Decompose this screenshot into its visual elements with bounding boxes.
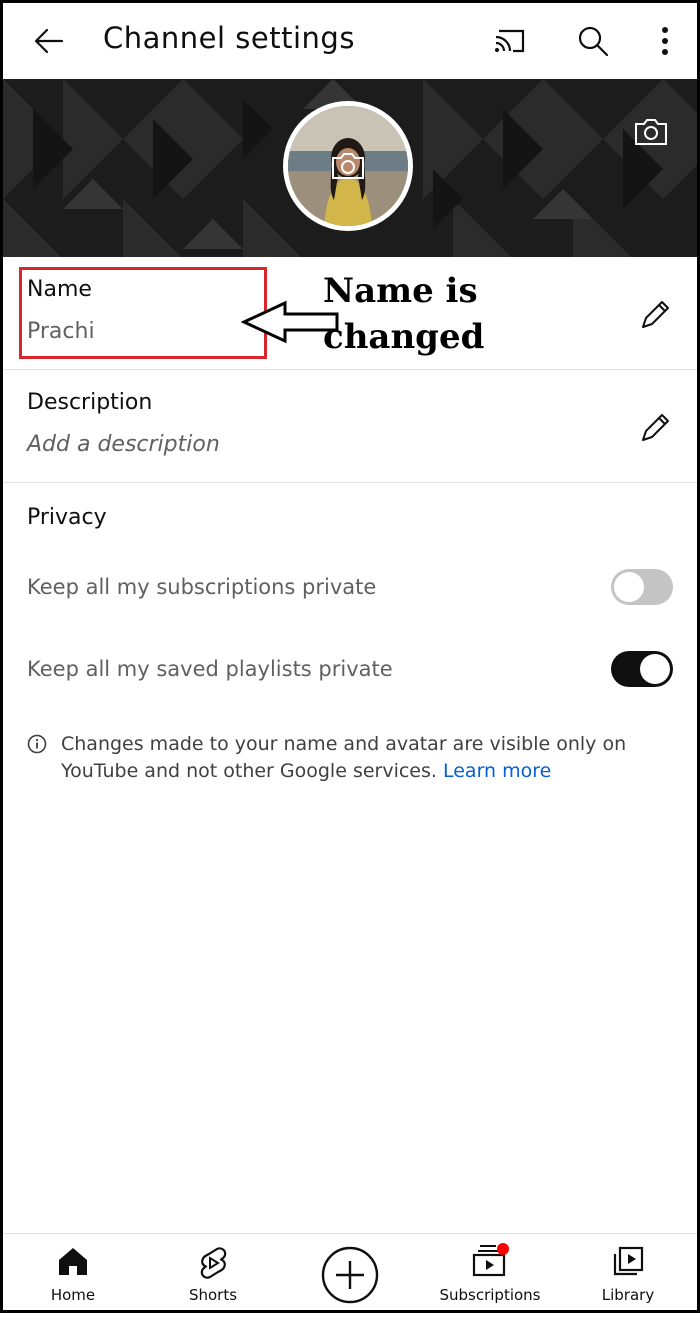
- privacy-heading: Privacy: [27, 505, 107, 530]
- nav-shorts-label: Shorts: [188, 1286, 238, 1304]
- nav-shorts[interactable]: Shorts: [153, 1234, 273, 1310]
- edit-description-pencil-icon[interactable]: [635, 408, 675, 448]
- channel-banner[interactable]: [3, 79, 697, 257]
- library-icon: [613, 1246, 644, 1276]
- subscriptions-icon: [472, 1243, 509, 1277]
- more-vert-icon[interactable]: [643, 19, 687, 63]
- annotation-highlight-box: [19, 267, 267, 359]
- nav-library[interactable]: Library: [568, 1234, 688, 1310]
- edit-name-pencil-icon[interactable]: [635, 295, 675, 335]
- playlists-private-toggle[interactable]: [611, 651, 673, 687]
- cast-icon[interactable]: [489, 19, 533, 63]
- nav-home-label: Home: [50, 1286, 96, 1304]
- create-plus-icon: [321, 1246, 379, 1304]
- toggle-knob: [614, 572, 644, 602]
- app-frame: Channel settings Name Prachi Name is cha…: [0, 0, 700, 1313]
- privacy-subscriptions-label: Keep all my subscriptions private: [27, 575, 377, 599]
- bottom-navigation: Home Shorts Subscriptions Library: [3, 1233, 697, 1310]
- page-title: Channel settings: [103, 21, 355, 55]
- info-icon: [27, 734, 47, 754]
- banner-camera-icon[interactable]: [633, 117, 669, 147]
- description-row[interactable]: Description Add a description: [3, 370, 697, 482]
- description-placeholder: Add a description: [27, 432, 220, 457]
- avatar-camera-icon[interactable]: [330, 151, 366, 181]
- info-note: Changes made to your name and avatar are…: [27, 731, 667, 785]
- description-label: Description: [27, 390, 153, 415]
- home-icon: [59, 1248, 87, 1275]
- search-icon[interactable]: [571, 19, 615, 63]
- learn-more-link[interactable]: Learn more: [443, 760, 551, 782]
- nav-create[interactable]: [290, 1234, 410, 1310]
- nav-home[interactable]: Home: [13, 1234, 133, 1310]
- annotation-line-1: Name is: [323, 271, 478, 311]
- subscriptions-private-toggle[interactable]: [611, 569, 673, 605]
- arrow-left-icon[interactable]: [27, 19, 71, 63]
- nav-subscriptions-label: Subscriptions: [439, 1286, 541, 1304]
- info-text-wrap: Changes made to your name and avatar are…: [27, 731, 667, 785]
- shorts-icon: [200, 1247, 227, 1279]
- nav-library-label: Library: [601, 1286, 655, 1304]
- toggle-knob: [640, 654, 670, 684]
- annotation-text: Name is changed: [323, 268, 484, 360]
- privacy-playlists-label: Keep all my saved playlists private: [27, 657, 393, 681]
- annotation-line-2: changed: [323, 317, 485, 357]
- nav-subscriptions[interactable]: Subscriptions: [430, 1234, 550, 1310]
- top-app-bar: Channel settings: [3, 3, 697, 79]
